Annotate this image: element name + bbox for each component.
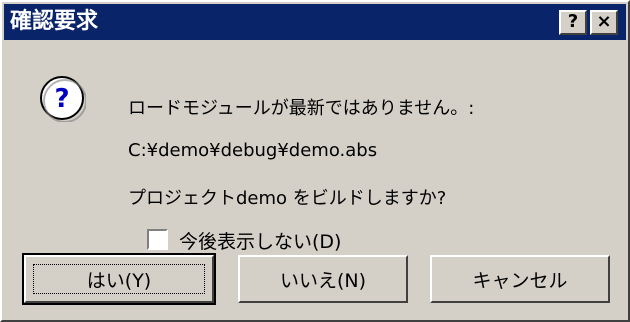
- title-bar: 確認要求 ? ×: [4, 4, 626, 40]
- close-button[interactable]: ×: [590, 10, 618, 35]
- help-icon: ?: [567, 11, 579, 32]
- question-glyph: ?: [54, 84, 69, 114]
- close-icon: ×: [596, 11, 612, 32]
- message-file-path: C:¥demo¥debug¥demo.abs: [128, 140, 378, 161]
- question-icon: ?: [40, 76, 86, 122]
- dont-show-again-label[interactable]: 今後表示しない(D): [179, 227, 341, 254]
- yes-button[interactable]: はい(Y): [22, 253, 216, 305]
- no-button[interactable]: いいえ(N): [238, 255, 408, 303]
- no-button-label: いいえ(N): [279, 269, 367, 292]
- help-button[interactable]: ?: [559, 10, 587, 35]
- cancel-button-label: キャンセル: [472, 269, 568, 292]
- confirm-dialog: 確認要求 ? × ? ロードモジュールが最新ではありません。: C:¥demo¥…: [0, 0, 630, 322]
- message-build-question: プロジェクトdemo をビルドしますか?: [128, 188, 447, 209]
- cancel-button[interactable]: キャンセル: [430, 255, 610, 303]
- window-title: 確認要求: [10, 9, 99, 34]
- dont-show-again-checkbox[interactable]: [147, 229, 168, 250]
- message-line-stale: ロードモジュールが最新ではありません。:: [128, 98, 475, 119]
- focus-rect: [33, 264, 205, 294]
